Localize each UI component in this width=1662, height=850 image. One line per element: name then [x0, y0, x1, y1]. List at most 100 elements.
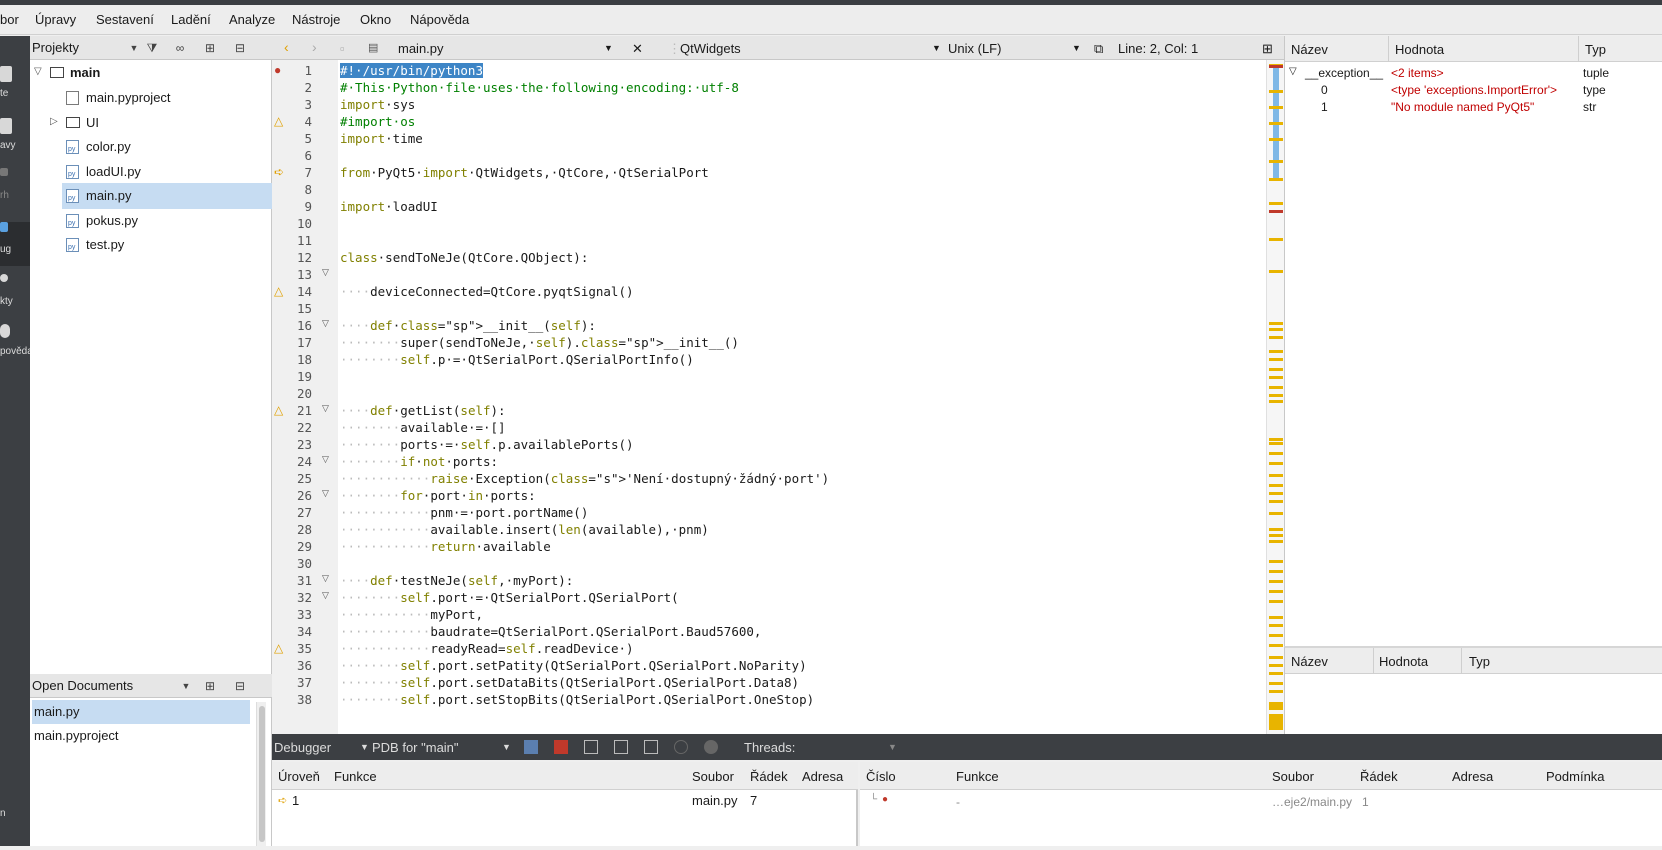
code-line[interactable]: 22 ········available·=·[] — [272, 419, 1284, 437]
code-line[interactable]: 4 △ #import·os — [272, 113, 1284, 131]
column-name[interactable]: Název — [1291, 42, 1328, 57]
code-line[interactable]: 11 — [272, 232, 1284, 250]
open-document-main-py[interactable]: main.py — [32, 700, 250, 724]
column-file[interactable]: Soubor — [692, 769, 734, 784]
continue-icon[interactable] — [524, 740, 538, 754]
line-ending-selector[interactable]: Unix (LF) — [948, 41, 1001, 56]
open-document-pyproject[interactable]: main.pyproject — [32, 724, 250, 748]
tree-item-main-project[interactable]: ▽ main — [30, 60, 272, 86]
split-icon[interactable]: ⊞ — [202, 678, 218, 694]
step-into-icon[interactable] — [614, 740, 628, 754]
fold-icon[interactable]: ▽ — [322, 403, 329, 414]
menu-build[interactable]: Sestavení — [96, 12, 154, 27]
column-function[interactable]: Funkce — [956, 769, 999, 784]
code-line[interactable]: 26 ▽ ········for·port·in·ports: — [272, 487, 1284, 505]
code-line[interactable]: 9 import·loadUI — [272, 198, 1284, 216]
fold-icon[interactable]: ▽ — [322, 267, 329, 278]
menu-help[interactable]: Nápověda — [410, 12, 469, 27]
menu-tools[interactable]: Nástroje — [292, 12, 340, 27]
overview-marker[interactable] — [1269, 528, 1283, 531]
code-line[interactable]: 12 class·sendToNeJe(QtCore.QObject): — [272, 249, 1284, 267]
overview-marker[interactable] — [1269, 682, 1283, 685]
chevron-down-icon[interactable]: ▼ — [888, 742, 897, 752]
chevron-down-icon[interactable]: ▽ — [1289, 66, 1297, 77]
line-number[interactable]: 10 — [272, 216, 312, 231]
line-number[interactable]: 3 — [272, 97, 312, 112]
breakpoint-icon[interactable]: ● — [274, 63, 281, 77]
column-condition[interactable]: Podmínka — [1546, 769, 1605, 784]
code-line[interactable]: 27 ············pnm·=·port.portName() — [272, 504, 1284, 522]
overview-marker[interactable] — [1269, 442, 1283, 445]
code-line[interactable]: 15 — [272, 300, 1284, 318]
scrollbar-thumb[interactable] — [259, 706, 265, 842]
overview-marker[interactable] — [1269, 358, 1283, 361]
chevron-down-icon[interactable]: ▼ — [1072, 43, 1081, 53]
chevron-down-icon[interactable]: ▼ — [360, 742, 369, 752]
line-number[interactable]: 31 — [272, 573, 312, 588]
code-line[interactable]: 10 — [272, 215, 1284, 233]
overview-marker[interactable] — [1269, 400, 1283, 403]
overview-marker[interactable] — [1269, 512, 1283, 515]
code-line[interactable]: 7 ➪ from·PyQt5·import·QtWidgets,·QtCore,·Q… — [272, 164, 1284, 182]
code-line[interactable]: 2 #·This·Python·file·uses·the·following·e… — [272, 79, 1284, 97]
overview-marker[interactable] — [1269, 178, 1283, 181]
mode-design[interactable]: rh — [0, 168, 30, 212]
code-line[interactable]: 18 ········self.p·=·QtSerialPort.QSerialP… — [272, 351, 1284, 369]
code-line[interactable]: 13 ▽ — [272, 266, 1284, 284]
column-divider[interactable] — [1373, 648, 1374, 674]
line-number[interactable]: 12 — [272, 250, 312, 265]
code-line[interactable]: 20 — [272, 385, 1284, 403]
column-value[interactable]: Hodnota — [1379, 654, 1428, 669]
editor-overview-ruler[interactable] — [1266, 60, 1284, 734]
line-number[interactable]: 24 — [272, 454, 312, 469]
overview-marker[interactable] — [1269, 65, 1283, 68]
overview-marker[interactable] — [1269, 580, 1283, 583]
overview-marker[interactable] — [1269, 106, 1283, 109]
warning-icon[interactable]: △ — [274, 403, 283, 417]
line-number[interactable]: 11 — [272, 233, 312, 248]
warning-icon[interactable]: △ — [274, 284, 283, 298]
record-icon[interactable] — [704, 740, 718, 754]
overview-marker[interactable] — [1269, 474, 1283, 477]
code-line[interactable]: 33 ············myPort, — [272, 606, 1284, 624]
chevron-down-icon[interactable]: ▽ — [34, 66, 42, 77]
code-line[interactable]: 5 import·time — [272, 130, 1284, 148]
code-line[interactable]: 3 import·sys — [272, 96, 1284, 114]
code-line[interactable]: 38 ········self.port.setStopBits(QtSerial… — [272, 691, 1284, 709]
chevron-down-icon[interactable]: ▼ — [178, 678, 194, 694]
warning-icon[interactable]: △ — [274, 641, 283, 655]
overview-marker[interactable] — [1269, 376, 1283, 379]
column-name[interactable]: Název — [1291, 654, 1328, 669]
overview-marker[interactable] — [1269, 368, 1283, 371]
code-line[interactable]: 1 ● #!·/usr/bin/python3 — [272, 62, 1284, 80]
overview-marker[interactable] — [1269, 350, 1283, 353]
code-line[interactable]: 8 — [272, 181, 1284, 199]
warning-icon[interactable]: △ — [274, 114, 283, 128]
step-out-icon[interactable] — [644, 740, 658, 754]
code-line[interactable]: 24 ▽ ········if·not·ports: — [272, 453, 1284, 471]
line-number[interactable]: 37 — [272, 675, 312, 690]
line-number[interactable]: 22 — [272, 420, 312, 435]
filter-icon[interactable]: ⧩ — [144, 40, 160, 56]
chevron-down-icon[interactable]: ▼ — [126, 40, 142, 56]
line-number[interactable]: 17 — [272, 335, 312, 350]
chevron-down-icon[interactable]: ▼ — [502, 742, 511, 752]
overview-marker[interactable] — [1269, 322, 1283, 325]
chevron-down-icon[interactable]: ▼ — [604, 43, 613, 53]
overview-marker[interactable] — [1269, 634, 1283, 637]
overview-marker[interactable] — [1269, 534, 1283, 537]
overview-marker[interactable] — [1269, 672, 1283, 675]
back-arrow-icon[interactable]: ‹ — [284, 39, 289, 55]
overview-marker[interactable] — [1269, 202, 1283, 205]
code-line[interactable]: 34 ············baudrate=QtSerialPort.QSer… — [272, 623, 1284, 641]
code-line[interactable]: 23 ········ports·=·self.p.availablePorts(… — [272, 436, 1284, 454]
line-number[interactable]: 15 — [272, 301, 312, 316]
engine-selector[interactable]: PDB for "main" — [372, 740, 459, 755]
code-line[interactable]: 31 ▽ ····def·testNeJe(self,·myPort): — [272, 572, 1284, 590]
overview-marker[interactable] — [1269, 644, 1283, 647]
overview-marker[interactable] — [1269, 138, 1283, 141]
overview-marker[interactable] — [1269, 122, 1283, 125]
overview-marker[interactable] — [1269, 210, 1283, 213]
overview-marker[interactable] — [1269, 714, 1283, 722]
column-line[interactable]: Řádek — [1360, 769, 1398, 784]
